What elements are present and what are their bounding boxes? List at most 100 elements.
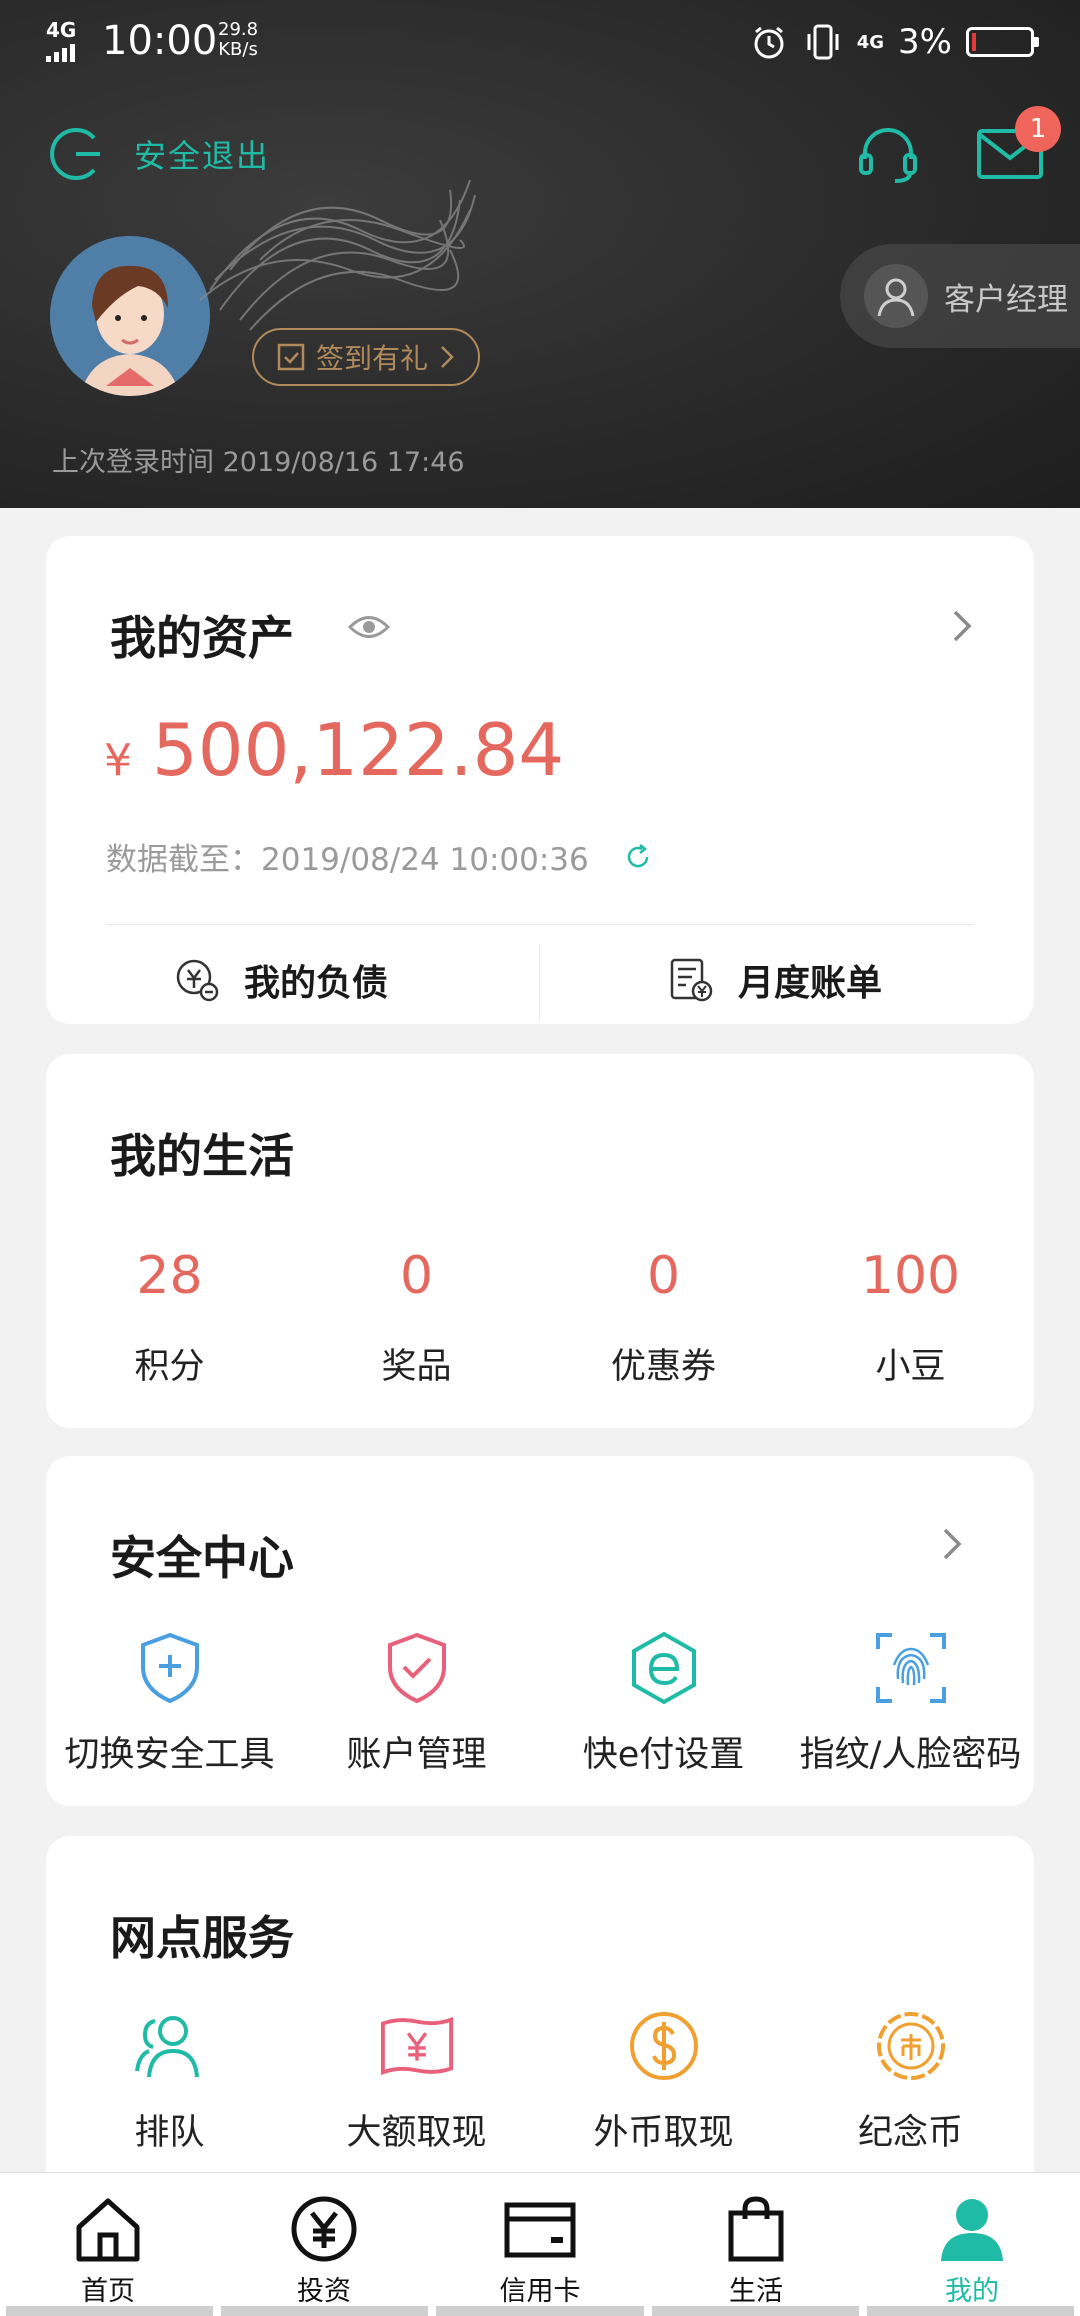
shield-switch-icon (132, 1630, 208, 1706)
battery-icon (966, 27, 1039, 57)
home-icon (76, 2198, 140, 2262)
message-badge: 1 (1015, 106, 1061, 152)
life-value: 0 (399, 1246, 434, 1306)
branch-label: 纪念币 (857, 2113, 963, 2153)
monthly-bill-label: 月度账单 (738, 963, 883, 1004)
account-manager-label: 客户经理 (944, 281, 1068, 318)
redacted-name-scribble (200, 179, 476, 331)
foreign-currency-icon (626, 2008, 702, 2084)
cell-signal-icon: 4G (46, 18, 82, 62)
life-value: 0 (646, 1246, 681, 1306)
avatar[interactable] (50, 236, 210, 396)
tab-label: 信用卡 (499, 2276, 581, 2307)
life-title: 我的生活 (110, 1129, 294, 1183)
shield-check-icon (379, 1630, 455, 1706)
account-manager-button[interactable]: 客户经理 (840, 244, 1080, 348)
chevron-right-icon[interactable] (932, 1524, 972, 1564)
status-bar: 4G 10:00 29.8 KB/s 4G 3% (0, 0, 1080, 90)
signin-reward-button[interactable]: 签到有礼 (252, 328, 481, 386)
security-title: 安全中心 (110, 1531, 294, 1585)
life-value: 100 (860, 1246, 961, 1306)
foreign-currency-withdrawal-button[interactable]: 外币取现 (540, 2008, 787, 2155)
signin-label: 签到有礼 (316, 342, 429, 375)
e-pay-icon (626, 1630, 702, 1706)
tab-label: 我的 (945, 2276, 999, 2307)
total-assets-amount: ¥ 500,122.84 (104, 708, 564, 792)
gesture-bar (0, 2306, 1080, 2316)
branch-title: 网点服务 (110, 1911, 294, 1965)
security-label: 指纹/人脸密码 (799, 1735, 1022, 1775)
data-as-of: 数据截至：2019/08/24 10:00:36 (106, 834, 653, 879)
shopping-bag-icon (728, 2196, 784, 2262)
life-item-points[interactable]: 28 积分 (46, 1246, 293, 1389)
commemorative-coin-button[interactable]: 纪念币 (787, 2008, 1034, 2155)
clock: 10:00 (102, 18, 218, 64)
epay-settings-button[interactable]: 快e付设置 (540, 1630, 787, 1777)
bill-icon (670, 958, 713, 1002)
yuan-circle-icon (291, 2196, 357, 2262)
battery-percent: 3% (898, 22, 952, 62)
my-life-card: 我的生活 28 积分 0 奖品 0 优惠券 100 小豆 (46, 1054, 1034, 1428)
vibrate-icon (803, 22, 843, 62)
life-item-beans[interactable]: 100 小豆 (787, 1246, 1034, 1389)
credit-card-icon (504, 2202, 576, 2258)
bottom-tab-bar: 首页 投资 信用卡 生活 我的 (0, 2172, 1080, 2316)
currency-symbol: ¥ (104, 735, 132, 786)
life-item-prizes[interactable]: 0 奖品 (293, 1246, 540, 1389)
large-cash-withdrawal-button[interactable]: 大额取现 (293, 2008, 540, 2155)
profile-header: 4G 10:00 29.8 KB/s 4G 3% 安全退出 1 签到有礼 客户经… (0, 0, 1080, 508)
tab-label: 首页 (81, 2276, 135, 2307)
commemorative-coin-icon (873, 2008, 949, 2084)
life-label: 奖品 (381, 1347, 452, 1387)
divider (539, 944, 540, 1020)
assets-title: 我的资产 (110, 611, 294, 665)
life-label: 积分 (134, 1347, 205, 1387)
data-as-of-text: 数据截至：2019/08/24 10:00:36 (106, 842, 589, 878)
liabilities-label: 我的负债 (244, 963, 389, 1004)
account-management-button[interactable]: 账户管理 (293, 1630, 540, 1777)
fingerprint-face-password-button[interactable]: 指纹/人脸密码 (787, 1630, 1034, 1777)
alarm-icon (749, 22, 789, 62)
calendar-check-icon (277, 343, 305, 371)
tab-home[interactable]: 首页 (0, 2173, 216, 2316)
customer-service-icon[interactable] (852, 118, 924, 190)
my-liabilities-button[interactable]: 我的负债 (174, 936, 388, 1024)
user-outline-icon (864, 264, 928, 328)
cash-withdraw-icon (379, 2008, 455, 2084)
life-item-coupons[interactable]: 0 优惠券 (540, 1246, 787, 1389)
branch-label: 大额取现 (346, 2113, 487, 2153)
tab-label: 投资 (297, 2276, 351, 2307)
network-type: 4G (46, 18, 77, 42)
security-label: 账户管理 (346, 1735, 487, 1775)
fingerprint-icon (873, 1630, 949, 1706)
tab-life[interactable]: 生活 (648, 2173, 864, 2316)
queue-button[interactable]: 排队 (46, 2008, 293, 2155)
chevron-right-icon[interactable] (942, 606, 982, 646)
network-type-2: 4G (856, 31, 885, 53)
tab-mine[interactable]: 我的 (864, 2173, 1080, 2316)
user-icon (941, 2199, 1003, 2261)
security-center-card: 安全中心 切换安全工具 账户管理 快e付设置 指纹/人脸密码 (46, 1456, 1034, 1806)
switch-security-tool-button[interactable]: 切换安全工具 (46, 1630, 293, 1777)
liabilities-icon (176, 959, 219, 1002)
tab-label: 生活 (729, 2276, 783, 2307)
security-label: 切换安全工具 (64, 1735, 275, 1775)
refresh-icon[interactable] (623, 842, 653, 872)
tab-credit-card[interactable]: 信用卡 (432, 2173, 648, 2316)
last-login-time: 上次登录时间 2019/08/16 17:46 (52, 447, 465, 478)
divider (106, 924, 974, 925)
eye-icon[interactable] (348, 610, 390, 644)
life-label: 小豆 (875, 1347, 946, 1387)
monthly-bill-button[interactable]: 月度账单 (668, 936, 882, 1024)
tab-invest[interactable]: 投资 (216, 2173, 432, 2316)
security-label: 快e付设置 (582, 1735, 745, 1775)
chevron-right-icon (441, 346, 454, 368)
assets-value: 500,122.84 (152, 708, 565, 792)
logout-icon (50, 128, 100, 180)
life-value: 28 (136, 1246, 203, 1306)
branch-label: 外币取现 (593, 2113, 734, 2153)
branch-label: 排队 (134, 2113, 205, 2153)
queue-icon (132, 2008, 208, 2084)
network-speed: 29.8 KB/s (218, 19, 259, 60)
assets-card[interactable]: 我的资产 ¥ 500,122.84 数据截至：2019/08/24 10:00:… (46, 536, 1034, 1024)
